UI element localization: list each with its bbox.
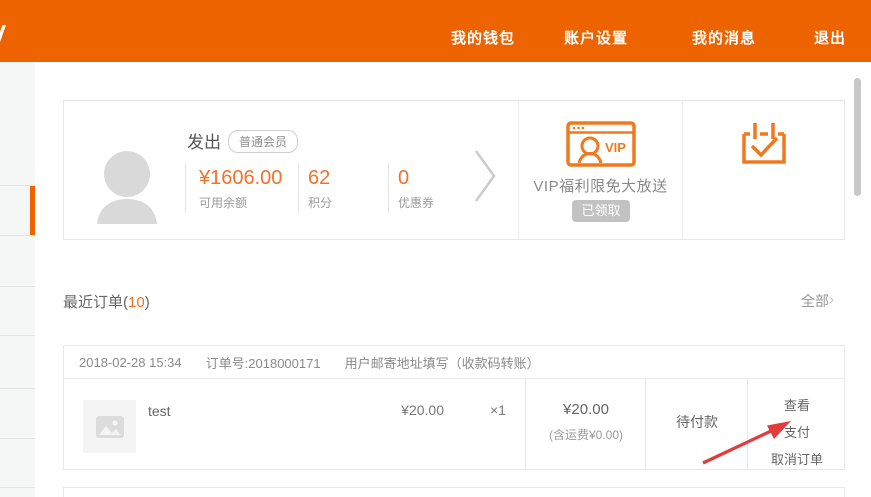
order-actions: 查看 支付 取消订单 [748, 392, 846, 473]
product-quantity: ×1 [490, 402, 506, 418]
chevron-right-icon[interactable] [473, 148, 497, 204]
calendar-check-icon[interactable] [740, 118, 788, 168]
sidebar [0, 62, 35, 497]
sidebar-item[interactable] [0, 236, 35, 286]
sidebar-item[interactable] [0, 62, 35, 185]
product-image-placeholder[interactable] [83, 400, 136, 453]
stat-divider [298, 163, 299, 213]
logo-fragment-icon [0, 24, 10, 44]
recent-orders-title: 最近订单(10) [63, 291, 150, 312]
points-stat[interactable]: 62 积分 [308, 167, 332, 211]
username: 发出 [187, 128, 221, 153]
order-number: 订单号:2018000171 [206, 353, 321, 372]
top-navigation-bar: 我的钱包 账户设置 我的消息 退出 [0, 0, 871, 62]
vertical-scrollbar-thumb[interactable] [854, 78, 861, 196]
product-unit-price: ¥20.00 [384, 402, 444, 418]
nav-account-settings[interactable]: 账户设置 [564, 27, 628, 48]
orders-count: 10 [128, 294, 145, 311]
orders-title-suffix: ) [145, 294, 150, 311]
view-order-link[interactable]: 查看 [748, 392, 846, 419]
order-time: 2018-02-28 15:34 [79, 355, 182, 370]
points-value: 62 [308, 167, 332, 189]
nav-logout[interactable]: 退出 [814, 27, 846, 48]
order-address-note: 用户邮寄地址填写（收款码转账） [345, 353, 540, 372]
view-all-orders-link[interactable]: 全部 [801, 291, 829, 311]
image-placeholder-icon [95, 415, 125, 439]
card-section-divider [518, 101, 519, 239]
sidebar-active-indicator [30, 186, 35, 235]
orders-title-text: 最近订单( [63, 294, 128, 311]
stat-divider [185, 163, 186, 213]
stat-divider [388, 163, 389, 213]
order-card: 2018-02-28 15:34 订单号:2018000171 用户邮寄地址填写… [63, 345, 845, 470]
svg-text:VIP: VIP [605, 140, 626, 155]
nav-my-messages[interactable]: 我的消息 [692, 27, 756, 48]
balance-stat[interactable]: ¥1606.00 可用余额 [199, 167, 294, 211]
coupons-label: 优惠券 [398, 194, 434, 211]
chevron-right-small-icon: › [829, 291, 834, 308]
member-level-badge: 普通会员 [228, 130, 298, 153]
balance-label: 可用余额 [199, 194, 294, 211]
page: 我的钱包 账户设置 我的消息 退出 发出 普通会员 ¥1606.00 可用余额 [0, 0, 871, 497]
card-section-divider [682, 101, 683, 239]
sidebar-item[interactable] [0, 336, 35, 388]
vip-promo-icon[interactable]: VIP [566, 121, 636, 167]
balance-value: ¥1606.00 [199, 167, 294, 189]
user-summary-card [63, 100, 845, 240]
coupons-stat[interactable]: 0 优惠券 [398, 167, 434, 211]
order-total-cell: ¥20.00 (含运费¥0.00) [526, 401, 646, 443]
order-card-partial [63, 487, 845, 497]
user-avatar-icon [96, 150, 160, 224]
order-status: 待付款 [646, 412, 748, 432]
sidebar-item[interactable] [0, 439, 35, 487]
sidebar-item[interactable] [0, 389, 35, 438]
order-shipping-note: (含运费¥0.00) [526, 426, 646, 443]
product-name[interactable]: test [148, 403, 171, 419]
nav-my-wallet[interactable]: 我的钱包 [451, 27, 515, 48]
order-header: 2018-02-28 15:34 订单号:2018000171 用户邮寄地址填写… [64, 346, 844, 379]
coupons-value: 0 [398, 167, 434, 189]
cancel-order-link[interactable]: 取消订单 [748, 446, 846, 473]
order-total-amount: ¥20.00 [526, 401, 646, 418]
sidebar-item[interactable] [0, 488, 35, 497]
points-label: 积分 [308, 194, 332, 211]
sidebar-item[interactable] [0, 287, 35, 335]
vip-claimed-button[interactable]: 已领取 [572, 200, 630, 222]
vip-promo-title: VIP福利限免大放送 [519, 175, 682, 196]
pay-order-link[interactable]: 支付 [748, 419, 846, 446]
